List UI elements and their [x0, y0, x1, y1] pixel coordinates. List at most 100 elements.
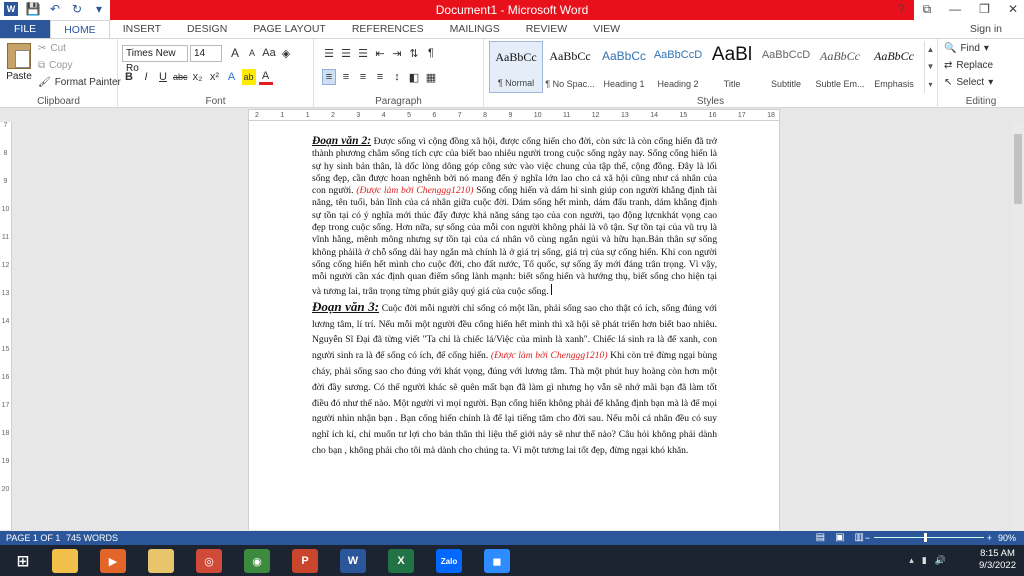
ribbon-tabs: FILE HOME INSERT DESIGN PAGE LAYOUT REFE… [0, 20, 1024, 38]
chevron-up-icon[interactable]: ▴ [909, 555, 914, 566]
show-marks-button[interactable]: ¶ [424, 45, 438, 61]
print-layout-icon[interactable]: ▣ [835, 531, 844, 545]
paste-button[interactable]: Paste [6, 43, 32, 82]
help-button[interactable]: ? [898, 2, 905, 17]
style-normal[interactable]: AaBbCc ¶ Normal [489, 41, 543, 93]
horizontal-ruler[interactable]: 2 1 1 2 3 4 5 6 7 8 9 10 11 12 13 14 15 16 17 18 [248, 109, 780, 121]
bullets-button[interactable]: ☰ [322, 45, 336, 61]
underline-button[interactable]: U [156, 69, 170, 85]
chevron-up-icon[interactable]: ▲ [927, 45, 935, 54]
vruler-tick-label: 18 [1, 430, 10, 437]
align-left-button[interactable]: ≡ [322, 69, 336, 85]
paragraph-2[interactable]: Đoạn văn 2: Được sống vì cộng đồng xã hộ… [312, 135, 717, 298]
vertical-scrollbar[interactable] [1012, 122, 1024, 530]
shading-button[interactable]: ◧ [407, 69, 421, 85]
ribbon-display-button[interactable]: ⧉ [923, 2, 932, 17]
grow-font-button[interactable]: A [228, 45, 242, 61]
maximize-button[interactable]: ❐ [979, 2, 990, 17]
numbering-button[interactable]: ☰ [339, 45, 353, 61]
find-button[interactable]: 🔍 Find ▾ [944, 43, 989, 54]
decrease-indent-button[interactable]: ⇤ [373, 45, 387, 61]
cut-button[interactable]: ✂ Cut [38, 43, 66, 54]
style-name: Heading 1 [603, 79, 645, 89]
taskbar-excel-icon[interactable]: X [388, 549, 414, 573]
tab-references[interactable]: REFERENCES [339, 20, 437, 38]
taskbar-zoom-icon[interactable]: ◼ [484, 549, 510, 573]
taskbar-word-icon[interactable]: W [340, 549, 366, 573]
web-layout-icon[interactable]: ▥ [855, 531, 864, 545]
line-spacing-button[interactable]: ↕ [390, 69, 404, 85]
font-name-box[interactable]: Times New Ro [122, 45, 188, 74]
styles-scroll[interactable]: ▲ ▼ ▾ [924, 41, 936, 93]
tab-mailings[interactable]: MAILINGS [437, 20, 513, 38]
taskbar-folder-icon[interactable] [148, 549, 174, 573]
borders-button[interactable]: ▦ [424, 69, 438, 85]
style-emphasis[interactable]: AaBbCc Emphasis [867, 41, 921, 93]
zoom-in-button[interactable]: + [987, 531, 992, 545]
more-styles-icon[interactable]: ▾ [928, 80, 932, 89]
font-size-box[interactable]: 14 [190, 45, 222, 62]
tab-review[interactable]: REVIEW [513, 20, 580, 38]
windows-start-icon[interactable]: ⊞ [10, 549, 36, 573]
taskbar-powerpoint-icon[interactable]: P [292, 549, 318, 573]
copy-button[interactable]: ⧉ Copy [38, 60, 73, 71]
scrollbar-thumb[interactable] [1014, 134, 1022, 204]
style-subtle-emphasis[interactable]: AaBbCc Subtle Em... [813, 41, 867, 93]
taskbar-manager-icon[interactable]: ◎ [196, 549, 222, 573]
taskbar-file-explorer-icon[interactable] [52, 549, 78, 573]
tab-design[interactable]: DESIGN [174, 20, 240, 38]
minimize-button[interactable]: — [949, 2, 961, 17]
shrink-font-button[interactable]: A [245, 45, 259, 61]
italic-button[interactable]: I [139, 69, 153, 85]
network-icon[interactable]: ▮ [922, 555, 927, 566]
replace-button[interactable]: ⇄ Replace [944, 60, 993, 71]
format-painter-button[interactable]: 🖌 Format Painter [38, 77, 121, 88]
increase-indent-button[interactable]: ⇥ [390, 45, 404, 61]
taskbar-chrome-icon[interactable]: ◉ [244, 549, 270, 573]
sign-in-link[interactable]: Sign in [970, 23, 1002, 35]
text-effects-button[interactable]: A [225, 69, 239, 85]
tab-view[interactable]: VIEW [580, 20, 633, 38]
zoom-slider[interactable] [874, 533, 984, 542]
justify-button[interactable]: ≡ [373, 69, 387, 85]
style-heading-2[interactable]: AaBbCcD Heading 2 [651, 41, 705, 93]
multilevel-button[interactable]: ☰ [356, 45, 370, 61]
bold-button[interactable]: B [122, 69, 136, 85]
taskbar-media-player-icon[interactable]: ▶ [100, 549, 126, 573]
align-center-button[interactable]: ≡ [339, 69, 353, 85]
read-mode-icon[interactable]: ▤ [816, 531, 825, 545]
volume-icon[interactable]: 🔊 [935, 555, 946, 566]
word-count[interactable]: 745 WORDS [66, 531, 118, 545]
tab-home[interactable]: HOME [50, 20, 110, 38]
change-case-button[interactable]: Aa [262, 45, 276, 61]
style-no-spacing[interactable]: AaBbCc ¶ No Spac... [543, 41, 597, 93]
clock[interactable]: 8:15 AM 9/3/2022 [979, 548, 1016, 572]
style-subtitle[interactable]: AaBbCcD Subtitle [759, 41, 813, 93]
superscript-button[interactable]: x² [208, 69, 222, 85]
paragraph-3[interactable]: Đoạn văn 3: Cuộc đời mỗi người chỉ sống … [312, 299, 717, 459]
highlight-button[interactable]: ab [241, 69, 256, 85]
subscript-button[interactable]: x₂ [191, 69, 205, 85]
style-heading-1[interactable]: AaBbCc Heading 1 [597, 41, 651, 93]
tab-file[interactable]: FILE [0, 20, 51, 38]
clear-format-button[interactable]: ◈ [279, 45, 293, 61]
zoom-level[interactable]: 90% [998, 531, 1016, 545]
document-page[interactable]: Đoạn văn 2: Được sống vì cộng đồng xã hộ… [248, 121, 780, 530]
vertical-ruler[interactable]: 7 8 9 10 11 12 13 14 15 16 17 18 19 20 [0, 122, 12, 530]
sort-button[interactable]: ⇅ [407, 45, 421, 61]
taskbar-zalo-icon[interactable]: Zalo [436, 549, 462, 573]
document-body[interactable]: Đoạn văn 2: Được sống vì cộng đồng xã hộ… [312, 135, 717, 459]
style-title[interactable]: AaBl Title [705, 41, 759, 93]
align-right-button[interactable]: ≡ [356, 69, 370, 85]
page-count[interactable]: PAGE 1 OF 1 [6, 531, 60, 545]
tab-insert[interactable]: INSERT [110, 20, 174, 38]
ruler-tick-label: 12 [591, 112, 600, 119]
select-button[interactable]: ↖ Select ▾ [944, 77, 993, 88]
font-color-button[interactable]: A [258, 69, 273, 85]
close-button[interactable]: ✕ [1008, 2, 1018, 17]
tab-page-layout[interactable]: PAGE LAYOUT [240, 20, 339, 38]
zoom-out-button[interactable]: − [865, 531, 870, 545]
chevron-down-icon[interactable]: ▼ [927, 62, 935, 71]
title-bar: W 💾 ↶ ↻ ▾ Document1 - Microsoft Word ? ⧉… [0, 0, 1024, 20]
strikethrough-button[interactable]: abc [173, 69, 188, 85]
